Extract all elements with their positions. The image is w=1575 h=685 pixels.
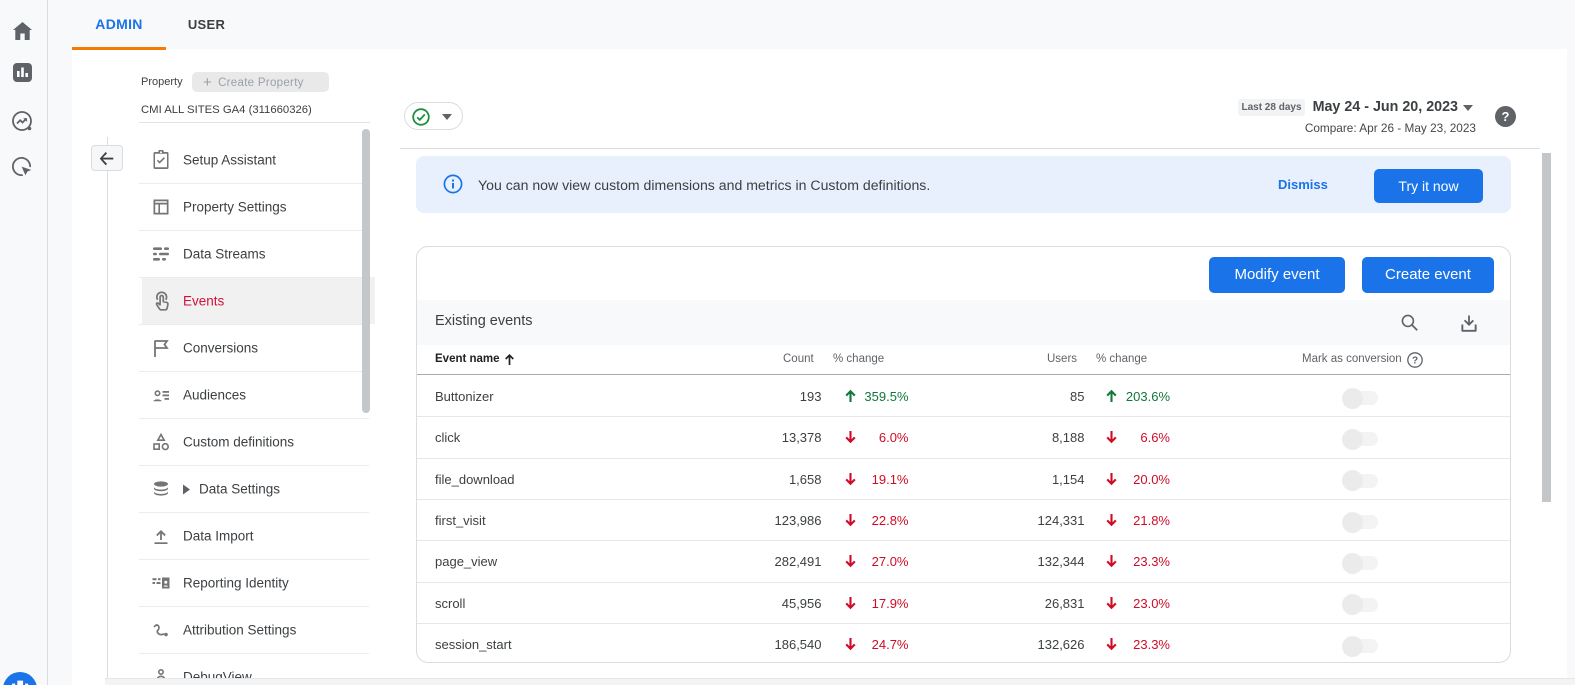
- svg-text:?: ?: [1412, 356, 1418, 367]
